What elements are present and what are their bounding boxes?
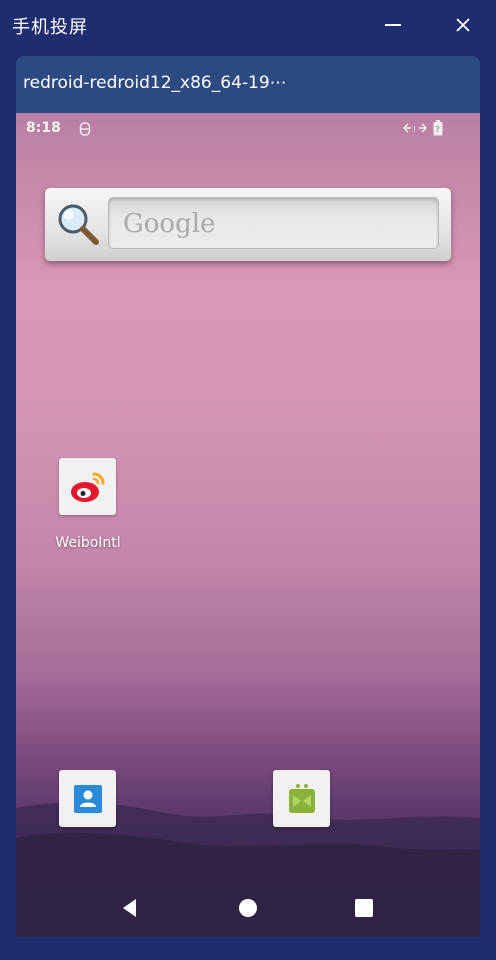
weibo-icon: [70, 472, 104, 502]
app-weibointl[interactable]: [59, 458, 116, 515]
google-search-widget[interactable]: Google: [45, 188, 451, 261]
window-title-bar: 手机投屏: [0, 0, 496, 50]
search-input[interactable]: Google: [108, 197, 439, 249]
magnifier-icon: [58, 204, 99, 245]
minimize-button[interactable]: [376, 8, 410, 42]
svg-text:?: ?: [436, 125, 440, 134]
window-title: 手机投屏: [12, 17, 88, 38]
data-transfer-icon: !: [403, 123, 427, 134]
close-button[interactable]: [446, 8, 480, 42]
status-time: 8:18: [26, 120, 61, 136]
debug-icon: [79, 122, 91, 136]
minimize-icon: [385, 24, 401, 26]
nav-bar: [16, 883, 480, 937]
dock-app-contacts[interactable]: [59, 770, 116, 827]
dock-app-android[interactable]: [273, 770, 330, 827]
contacts-icon: [73, 784, 102, 813]
battery-icon: ?: [433, 120, 443, 136]
device-screen[interactable]: 8:18 ! ? Google WeiboIntl: [16, 113, 480, 937]
home-icon[interactable]: [233, 893, 263, 923]
recents-icon[interactable]: [349, 893, 379, 923]
svg-text:!: !: [413, 125, 416, 134]
search-placeholder: Google: [123, 209, 216, 239]
app-label-weibointl[interactable]: WeiboIntl: [38, 535, 138, 551]
status-bar: 8:18 ! ?: [16, 113, 480, 143]
device-header: redroid-redroid12_x86_64-19⋯: [16, 56, 480, 113]
back-icon[interactable]: [115, 893, 145, 923]
android-icon: [288, 783, 315, 813]
device-panel: redroid-redroid12_x86_64-19⋯ 8:18 ! ? Go…: [16, 56, 480, 937]
close-icon: [456, 18, 470, 32]
device-name: redroid-redroid12_x86_64-19⋯: [23, 73, 287, 93]
